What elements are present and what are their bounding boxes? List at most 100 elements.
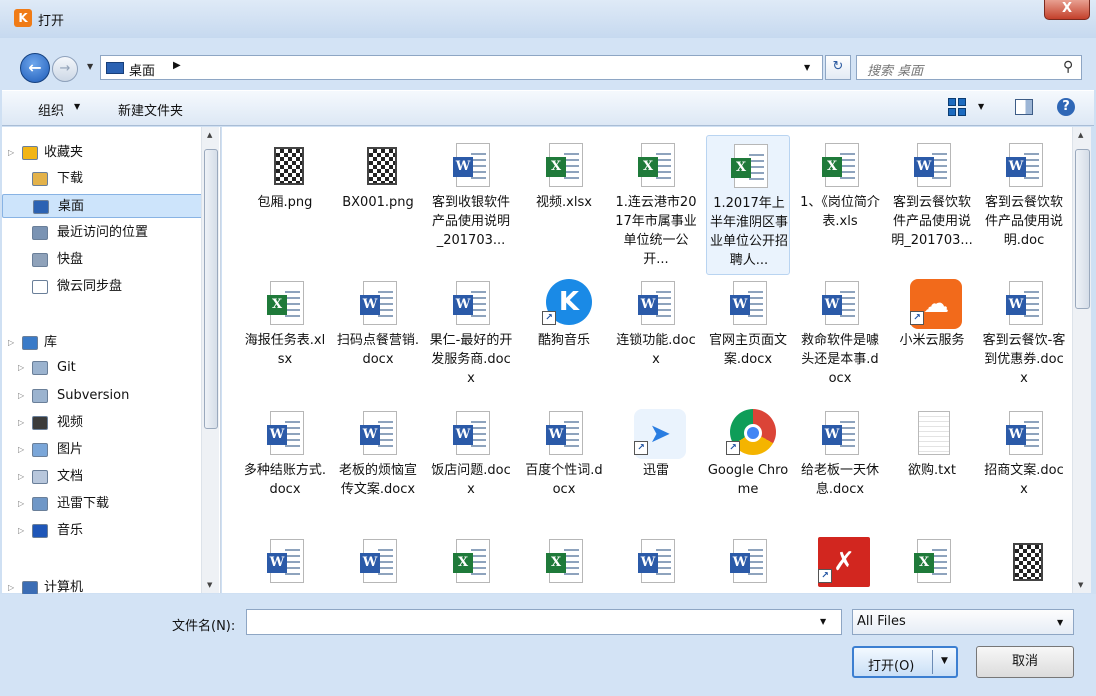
search-input[interactable]: 搜索 桌面 ⚲: [856, 55, 1082, 80]
file-item[interactable]: W: [614, 531, 698, 593]
sidebar-item[interactable]: ▷ 图片: [2, 438, 206, 462]
file-list-scrollbar[interactable]: ▲ ▼: [1072, 127, 1091, 593]
file-item[interactable]: K ↗ 酷狗音乐: [522, 273, 606, 413]
expand-arrow-icon[interactable]: ▷: [8, 331, 14, 355]
file-item[interactable]: W: [336, 531, 420, 593]
sidebar-item-label: 音乐: [57, 523, 84, 538]
history-dropdown-icon[interactable]: ▼: [87, 62, 93, 71]
address-dropdown-icon[interactable]: ▼: [804, 63, 810, 72]
organize-dropdown-icon[interactable]: ▼: [74, 102, 80, 111]
file-item[interactable]: X 视频.xlsx: [522, 135, 606, 275]
expand-arrow-icon[interactable]: ▷: [18, 384, 24, 408]
file-item[interactable]: X: [890, 531, 974, 593]
file-item[interactable]: W 救命软件是噱头还是本事.docx: [798, 273, 882, 413]
expand-arrow-icon[interactable]: ▷: [18, 356, 24, 380]
scrollbar-thumb[interactable]: [204, 149, 218, 429]
sidebar-item[interactable]: ▷ Git: [2, 356, 206, 380]
refresh-button[interactable]: ↻: [825, 55, 851, 80]
organize-button[interactable]: 组织: [38, 100, 64, 119]
address-bar[interactable]: 桌面 ▶ ▼: [100, 55, 823, 80]
sidebar-item[interactable]: 快盘: [2, 248, 206, 272]
expand-arrow-icon[interactable]: ▷: [8, 141, 14, 165]
file-item[interactable]: W 多种结账方式.docx: [243, 403, 327, 543]
forward-button[interactable]: →: [52, 56, 78, 82]
desktop-icon: [33, 200, 49, 214]
file-item[interactable]: W 客到收银软件产品使用说明_201703...: [429, 135, 513, 275]
file-item[interactable]: X 海报任务表.xlsx: [243, 273, 327, 413]
sidebar-item[interactable]: 桌面: [2, 194, 206, 218]
expand-arrow-icon[interactable]: ▷: [18, 519, 24, 543]
filename-input[interactable]: [246, 609, 842, 635]
file-item[interactable]: ✗ ↗: [798, 531, 882, 593]
file-item[interactable]: X: [429, 531, 513, 593]
file-type-select[interactable]: All Files ▼: [852, 609, 1074, 635]
file-item[interactable]: [982, 531, 1066, 593]
file-item[interactable]: W 扫码点餐营销.docx: [336, 273, 420, 413]
open-dropdown-icon[interactable]: ▼: [941, 656, 948, 666]
file-item[interactable]: W 客到云餐饮-客到优惠券.docx: [982, 273, 1066, 413]
sidebar-item[interactable]: ▷ 视频: [2, 411, 206, 435]
file-item[interactable]: ☁ ↗ 小米云服务: [890, 273, 974, 413]
sidebar-item[interactable]: 微云同步盘: [2, 275, 206, 299]
expand-arrow-icon[interactable]: ▷: [18, 411, 24, 435]
preview-pane-icon[interactable]: [1015, 99, 1033, 115]
search-icon[interactable]: ⚲: [1063, 59, 1073, 75]
sidebar-item[interactable]: ▷ 文档: [2, 465, 206, 489]
open-button-label: 打开(O): [868, 659, 915, 674]
scroll-up-icon[interactable]: ▲: [207, 131, 212, 139]
excel-doc-icon: X: [914, 539, 951, 583]
sidebar-item[interactable]: ▷ 库: [2, 331, 206, 355]
sidebar-item[interactable]: ▷ 收藏夹: [2, 141, 206, 165]
filename-dropdown-icon[interactable]: ▼: [820, 617, 826, 626]
expand-arrow-icon[interactable]: ▷: [18, 438, 24, 462]
sidebar-item[interactable]: 下载: [2, 167, 206, 191]
file-item[interactable]: W 招商文案.docx: [982, 403, 1066, 543]
scroll-up-icon[interactable]: ▲: [1078, 131, 1083, 139]
file-item[interactable]: W: [243, 531, 327, 593]
expand-arrow-icon[interactable]: ▷: [18, 492, 24, 516]
file-item[interactable]: X: [522, 531, 606, 593]
file-item[interactable]: W: [706, 531, 790, 593]
file-item[interactable]: W 客到云餐饮软件产品使用说明_201703...: [890, 135, 974, 275]
view-dropdown-icon[interactable]: ▼: [978, 102, 984, 111]
new-folder-button[interactable]: 新建文件夹: [118, 100, 183, 119]
help-icon[interactable]: ?: [1057, 98, 1075, 116]
breadcrumb-arrow-icon[interactable]: ▶: [173, 60, 181, 71]
open-button[interactable]: 打开(O) ▼: [852, 646, 958, 678]
file-name: 客到收银软件产品使用说明_201703...: [431, 195, 510, 248]
navigation-scrollbar[interactable]: ▲ ▼: [201, 127, 219, 593]
file-item[interactable]: W 百度个性词.docx: [522, 403, 606, 543]
file-item[interactable]: W 果仁-最好的开发服务商.docx: [429, 273, 513, 413]
expand-arrow-icon[interactable]: ▷: [18, 465, 24, 489]
scrollbar-thumb[interactable]: [1075, 149, 1090, 309]
file-item[interactable]: BX001.png: [336, 135, 420, 275]
scroll-down-icon[interactable]: ▼: [207, 581, 212, 589]
sidebar-item[interactable]: 最近访问的位置: [2, 221, 206, 245]
sidebar-item[interactable]: ▷ Subversion: [2, 384, 206, 408]
word-doc-icon: W: [360, 281, 397, 325]
back-button[interactable]: ←: [20, 53, 50, 83]
sidebar-item[interactable]: ▷ 迅雷下载: [2, 492, 206, 516]
file-item[interactable]: W 给老板一天休息.docx: [798, 403, 882, 543]
file-item[interactable]: 欲购.txt: [890, 403, 974, 543]
file-item[interactable]: W 客到云餐饮软件产品使用说明.doc: [982, 135, 1066, 275]
close-button[interactable]: X: [1044, 0, 1090, 20]
file-item[interactable]: 包厢.png: [243, 135, 327, 275]
file-item[interactable]: X 1、《岗位简介表.xls: [798, 135, 882, 275]
file-item[interactable]: X 1.2017年上半年淮阴区事业单位公开招聘人...: [706, 135, 790, 275]
shortcut-arrow-icon: ↗: [910, 311, 924, 325]
chevron-down-icon[interactable]: ▼: [1057, 618, 1063, 627]
file-item[interactable]: W 官网主页面文案.docx: [706, 273, 790, 413]
file-item[interactable]: ↗ Google Chrome: [706, 403, 790, 543]
file-item[interactable]: X 1.连云港市2017年市属事业单位统一公开...: [614, 135, 698, 275]
file-item[interactable]: W 连锁功能.docx: [614, 273, 698, 413]
file-item[interactable]: W 老板的烦恼宣传文案.docx: [336, 403, 420, 543]
file-item[interactable]: W 饭店问题.docx: [429, 403, 513, 543]
scroll-down-icon[interactable]: ▼: [1078, 581, 1083, 589]
file-name: 欲购.txt: [907, 463, 957, 478]
address-path[interactable]: 桌面: [129, 60, 155, 79]
cancel-button[interactable]: 取消: [976, 646, 1074, 678]
view-options-icon[interactable]: [948, 98, 966, 116]
file-item[interactable]: ➤ ↗ 迅雷: [614, 403, 698, 543]
sidebar-item[interactable]: ▷ 音乐: [2, 519, 206, 543]
